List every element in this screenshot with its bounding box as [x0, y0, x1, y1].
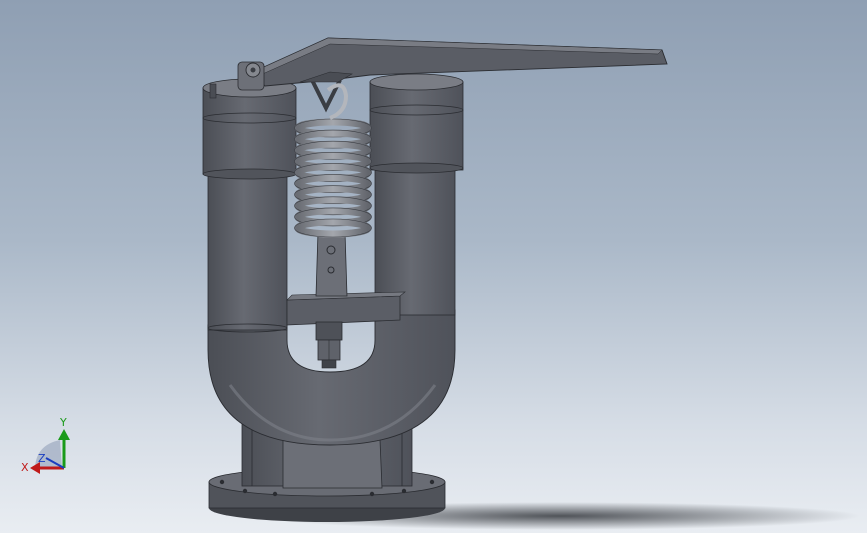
lower-hook-link[interactable]	[315, 231, 348, 297]
model-canvas[interactable]: Y X Z	[0, 0, 867, 533]
triad-y-label: Y	[59, 416, 67, 429]
left-column[interactable]	[202, 78, 297, 333]
spring-coil-turn	[294, 218, 372, 238]
lever-pivot-pin[interactable]	[237, 61, 265, 91]
crossbar-plate[interactable]	[286, 291, 406, 326]
triad-x-label: X	[21, 461, 29, 474]
triad-z-label: Z	[38, 452, 46, 465]
cad-viewport[interactable]: Y X Z	[0, 0, 867, 533]
coil-spring[interactable]	[294, 118, 372, 238]
adjusting-nut[interactable]	[315, 321, 343, 369]
triad-y-arrow	[58, 429, 70, 440]
upper-hook[interactable]	[310, 79, 349, 120]
orientation-triad[interactable]: Y X Z	[21, 416, 70, 474]
right-column[interactable]	[369, 73, 464, 316]
